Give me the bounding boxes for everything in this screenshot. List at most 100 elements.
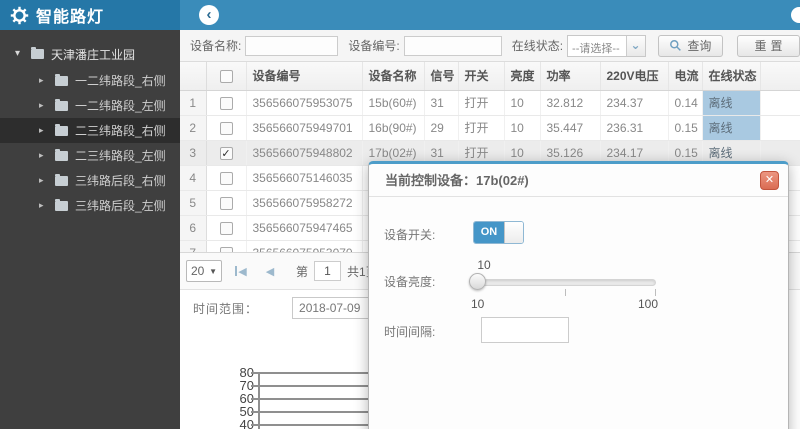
- y-axis-tick: [251, 398, 258, 400]
- cell-switch: 打开: [458, 90, 505, 116]
- table-row[interactable]: 1 356566075953075 15b(60#) 31 打开 10 32.8…: [180, 90, 800, 116]
- row-checkbox[interactable]: [219, 96, 233, 110]
- row-checkbox[interactable]: [219, 121, 233, 135]
- chevron-down-icon[interactable]: ⌄: [625, 35, 645, 56]
- brightness-current-value: 10: [477, 258, 491, 272]
- cell-current: 0.14: [668, 90, 703, 116]
- sidebar-item-road-3-rear-left[interactable]: ▸ 三纬路后段_左侧: [0, 193, 180, 218]
- filter-toolbar: 设备名称: 设备编号: 在线状态: --请选择-- ⌄ 查询 重置: [180, 30, 800, 62]
- online-status-selected-value: --请选择--: [572, 42, 620, 55]
- caret-right-icon[interactable]: ▸: [39, 151, 48, 160]
- toggle-on-label: ON: [474, 222, 504, 243]
- folder-icon: [55, 148, 68, 161]
- y-axis-tick: [251, 372, 258, 374]
- sidebar-item-road-2-3-left[interactable]: ▸ 二三纬路段_左侧: [0, 143, 180, 168]
- row-checkbox-cell: [206, 165, 247, 191]
- caret-down-icon: ▼: [209, 266, 217, 276]
- device-no-label: 设备编号:: [348, 39, 400, 53]
- toggle-knob[interactable]: [504, 222, 523, 243]
- page-size-select[interactable]: 20 ▼: [186, 260, 222, 282]
- cell-device-id: 356566075958272: [246, 190, 363, 216]
- tree-item-label: 三纬路后段_右侧: [75, 174, 166, 188]
- brightness-min-label: 10: [471, 297, 485, 311]
- row-number-header: [180, 62, 207, 91]
- tree-item-label: 三纬路后段_左侧: [75, 199, 166, 213]
- row-number: 6: [180, 215, 207, 241]
- page-number-input[interactable]: [314, 261, 342, 281]
- status-badge: 离线: [702, 90, 761, 116]
- row-checkbox-cell: ✓: [206, 140, 247, 166]
- row-checkbox[interactable]: [219, 196, 233, 210]
- caret-right-icon[interactable]: ▸: [39, 126, 48, 135]
- row-checkbox[interactable]: [219, 221, 233, 235]
- caret-down-icon[interactable]: ▾: [15, 49, 24, 59]
- query-button[interactable]: 查询: [657, 34, 724, 57]
- device-brightness-label: 设备亮度:: [384, 275, 436, 289]
- device-name-input[interactable]: [245, 35, 339, 56]
- device-no-input[interactable]: [403, 35, 502, 56]
- y-axis-line: [258, 372, 260, 429]
- cell-signal: 29: [424, 115, 459, 141]
- sidebar-item-road-2-3-right[interactable]: ▸ 二三纬路段_右侧: [0, 118, 180, 143]
- close-button[interactable]: ✕: [760, 171, 779, 190]
- caret-right-icon[interactable]: ▸: [39, 101, 48, 110]
- search-icon: [670, 40, 682, 51]
- caret-right-icon[interactable]: ▸: [39, 201, 48, 210]
- row-number: 4: [180, 165, 207, 191]
- time-interval-label: 时间间隔:: [384, 325, 436, 339]
- dialog-title: 当前控制设备：17b(02#): [369, 164, 788, 197]
- tree-root-park[interactable]: ▾ 天津潘庄工业园: [0, 40, 180, 68]
- cell-device-name: 15b(60#): [362, 90, 425, 116]
- brightness-slider-track[interactable]: [475, 279, 656, 286]
- sidebar-item-road-1-2-left[interactable]: ▸ 一二纬路段_左侧: [0, 93, 180, 118]
- row-number: 2: [180, 115, 207, 141]
- app-title: 智能路灯: [36, 9, 105, 26]
- gear-icon: [10, 6, 29, 24]
- select-all-checkbox[interactable]: [219, 69, 233, 83]
- sidebar-tree: ▾ 天津潘庄工业园 ▸ 一二纬路段_右侧 ▸ 一二纬路段_左侧 ▸ 二三纬路段_…: [0, 30, 180, 218]
- table-row[interactable]: 2 356566075949701 16b(90#) 29 打开 10 35.4…: [180, 115, 800, 141]
- y-axis-tick: [251, 385, 258, 387]
- col-header-device-id: 设备编号: [246, 62, 363, 91]
- close-icon: ✕: [764, 174, 775, 186]
- row-checkbox-cell: [206, 215, 247, 241]
- page-size-value: 20: [191, 264, 205, 278]
- col-header-filler: [760, 62, 800, 91]
- prev-page-button[interactable]: ◀: [260, 261, 280, 281]
- cell-power: 35.447: [540, 115, 601, 141]
- reset-button[interactable]: 重置: [737, 34, 800, 57]
- sidebar: 智能路灯 ▾ 天津潘庄工业园 ▸ 一二纬路段_右侧 ▸ 一二纬路段_左侧 ▸ 二…: [0, 0, 180, 429]
- cell-device-id: 356566075947465: [246, 215, 363, 241]
- col-header-switch: 开关: [458, 62, 505, 91]
- caret-right-icon[interactable]: ▸: [39, 76, 48, 85]
- sidebar-item-road-1-2-right[interactable]: ▸ 一二纬路段_右侧: [0, 68, 180, 93]
- topbar: ‹: [180, 0, 800, 30]
- cell-brightness: 10: [504, 115, 541, 141]
- first-page-button[interactable]: ◀: [231, 261, 251, 281]
- brightness-slider-handle[interactable]: [469, 273, 486, 290]
- cell-brightness: 10: [504, 90, 541, 116]
- sidebar-item-road-3-rear-right[interactable]: ▸ 三纬路后段_右侧: [0, 168, 180, 193]
- folder-icon: [55, 73, 68, 86]
- device-switch-label: 设备开关:: [384, 228, 436, 242]
- cell-switch: 打开: [458, 115, 505, 141]
- select-all-header: [206, 62, 247, 91]
- back-icon: ‹: [206, 5, 212, 23]
- row-checkbox[interactable]: [219, 171, 233, 185]
- back-button[interactable]: ‹: [199, 5, 219, 25]
- tree-item-label: 一二纬路段_右侧: [75, 74, 166, 88]
- online-status-label: 在线状态:: [511, 39, 564, 53]
- caret-right-icon[interactable]: ▸: [39, 176, 48, 185]
- reset-button-label: 重置: [754, 39, 787, 53]
- row-checkbox-cell: [206, 115, 247, 141]
- col-header-current: 电流: [668, 62, 703, 91]
- status-badge: 离线: [702, 115, 761, 141]
- tree-item-label: 二三纬路段_左侧: [75, 149, 166, 163]
- time-interval-input[interactable]: [481, 317, 569, 343]
- device-switch-toggle[interactable]: ON: [473, 221, 524, 244]
- slider-scale-tick: [655, 289, 656, 296]
- row-checkbox-cell: [206, 190, 247, 216]
- online-status-select[interactable]: --请选择-- ⌄: [567, 34, 646, 57]
- page-prefix-label: 第: [296, 264, 309, 279]
- row-checkbox-checked[interactable]: ✓: [219, 146, 233, 160]
